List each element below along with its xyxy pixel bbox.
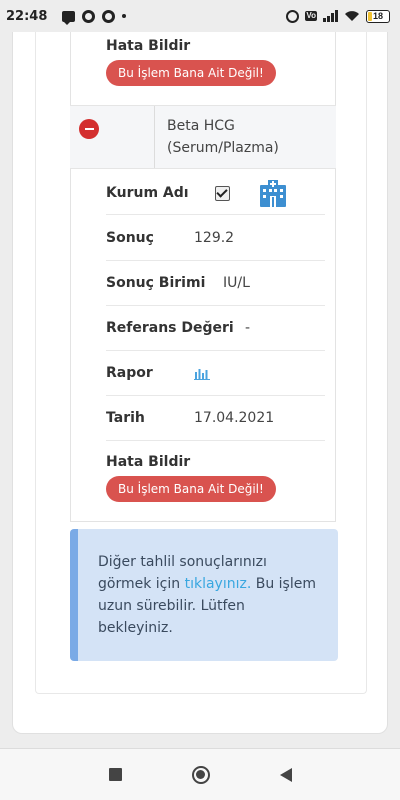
message-icon [62,10,76,25]
date-row: Tarih 17.04.2021 [106,396,325,440]
system-navigation-bar [0,748,400,800]
report-error-button[interactable]: Bu İşlem Bana Ait Değil! [106,476,276,502]
date-value: 17.04.2021 [194,410,275,426]
error-label: Hata Bildir [106,454,191,470]
unit-value: IU/L [223,275,250,291]
report-label: Rapor [106,365,153,381]
volte-icon: Vo [305,11,317,21]
signal-icon [323,10,338,22]
battery-icon: 18 [366,9,390,23]
status-time: 22:48 [6,8,48,24]
recent-apps-icon[interactable] [108,768,122,781]
info-alert: Diğer tahlil sonuçlarınızı görmek için t… [70,529,338,661]
unit-label: Sonuç Birimi [106,275,206,291]
wifi-icon [345,11,359,21]
institution-checkbox[interactable] [214,185,230,201]
battery-level: 18 [372,10,383,21]
info-link[interactable]: tıklayınız. [185,576,252,592]
chrome-icon [82,9,96,23]
hospital-icon[interactable] [258,179,288,207]
page-container: Hata Bildir Bu İşlem Bana Ait Değil! Kur… [12,32,388,734]
status-left: 22:48 [6,8,127,25]
chrome-icon [102,9,116,23]
status-right: Vo 18 [286,9,390,23]
home-icon[interactable] [191,765,210,784]
results-panel: Hata Bildir Bu İşlem Bana Ait Değil! Kur… [35,32,367,694]
date-label: Tarih [106,410,145,426]
more-notifications-icon [122,14,127,18]
separator [106,440,325,441]
bar-chart-icon[interactable] [194,366,210,380]
institution-label: Kurum Adı [106,185,189,201]
top-error-label: Hata Bildir [106,38,191,54]
unit-row: Sonuç Birimi IU/L [106,261,325,305]
back-icon[interactable] [279,767,292,782]
reference-row: Referans Değeri - [106,306,325,350]
test-name: Beta HCG (Serum/Plazma) [167,118,279,156]
reference-label: Referans Değeri [106,320,234,336]
result-row: Sonuç 129.2 [106,215,325,260]
alarm-icon [286,9,300,23]
result-value: 129.2 [194,229,235,246]
top-report-error-button[interactable]: Bu İşlem Bana Ait Değil! [106,60,276,86]
report-row: Rapor [106,351,325,395]
error-row: Hata Bildir [106,451,325,473]
institution-row: Kurum Adı [106,172,325,214]
status-bar: 22:48 Vo 18 [0,0,400,32]
result-label: Sonuç [106,229,154,246]
test-header-row: Beta HCG (Serum/Plazma) [70,105,336,169]
reference-value: - [245,320,251,336]
top-error-row: Hata Bildir [106,35,325,57]
column-divider [154,106,155,168]
minus-circle-icon[interactable] [79,119,99,139]
